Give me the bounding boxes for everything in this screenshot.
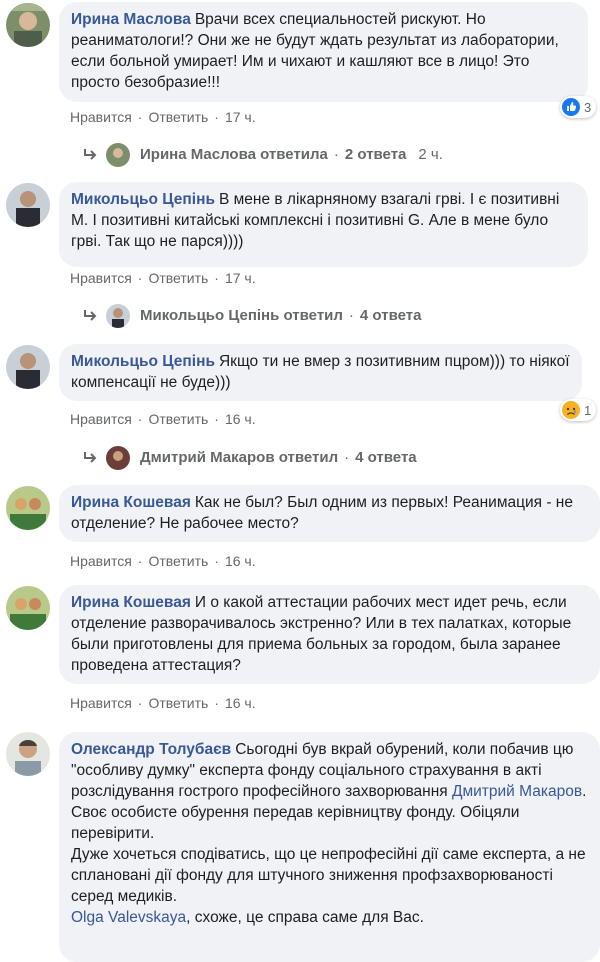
reaction-badge[interactable]: 1 bbox=[560, 399, 597, 421]
reply-arrow-icon bbox=[84, 149, 97, 160]
comment-text: Дуже хочеться сподіватись, що це непрофе… bbox=[71, 846, 586, 905]
comment-time[interactable]: 16 ч. bbox=[225, 695, 256, 711]
reply-button[interactable]: Ответить bbox=[148, 695, 208, 711]
replies-link[interactable]: Дмитрий Макаров ответил · 4 ответа bbox=[82, 446, 417, 470]
comment-author[interactable]: Микольцьо Цепінь bbox=[71, 191, 215, 208]
reply-button[interactable]: Ответить bbox=[148, 553, 208, 569]
sad-icon bbox=[562, 401, 580, 419]
avatar[interactable] bbox=[6, 3, 50, 47]
replies-count: 2 ответа bbox=[344, 146, 407, 163]
avatar[interactable] bbox=[6, 586, 50, 630]
comment-author[interactable]: Ирина Кошевая bbox=[71, 494, 191, 511]
comment-text: , схоже, це справа саме для Вас. bbox=[186, 909, 424, 926]
comment-actions: Нравится · Ответить · 16 ч. bbox=[70, 695, 256, 711]
replies-verb: ответил bbox=[283, 307, 343, 324]
comment-bubble: Ирина Маслова Врачи всех специальностей р… bbox=[59, 2, 588, 102]
avatar[interactable] bbox=[6, 183, 50, 227]
comment-time[interactable]: 16 ч. bbox=[225, 411, 256, 427]
like-button[interactable]: Нравится bbox=[70, 695, 132, 711]
comment-bubble: Ирина Кошевая И о какой аттестации рабочи… bbox=[59, 585, 600, 684]
comment-actions: Нравится · Ответить · 16 ч. bbox=[70, 553, 256, 569]
comment-actions: Нравится · Ответить · 17 ч. bbox=[70, 109, 256, 125]
comment-actions: Нравится · Ответить · 17 ч. bbox=[70, 270, 256, 286]
avatar bbox=[106, 304, 130, 328]
like-icon bbox=[562, 98, 580, 116]
replies-link[interactable]: Ирина Маслова ответила · 2 ответа 2 ч. bbox=[82, 143, 443, 167]
replies-verb: ответила bbox=[260, 146, 328, 163]
replies-verb: ответил bbox=[278, 449, 339, 466]
comment-bubble: Микольцьо Цепінь Якщо ти не вмер з позити… bbox=[59, 344, 582, 401]
avatar bbox=[106, 446, 130, 470]
comment-time[interactable]: 17 ч. bbox=[225, 109, 256, 125]
comment-time[interactable]: 17 ч. bbox=[225, 270, 256, 286]
like-button[interactable]: Нравится bbox=[70, 109, 132, 125]
comment-text: Своє особисте обурення передав керівницт… bbox=[71, 804, 520, 842]
reply-arrow-icon bbox=[84, 310, 97, 321]
reply-button[interactable]: Ответить bbox=[148, 411, 208, 427]
comment-author[interactable]: Олександр Толубаєв bbox=[71, 741, 231, 758]
avatar[interactable] bbox=[6, 486, 50, 530]
replies-count: 4 ответа bbox=[355, 449, 417, 466]
mention-link[interactable]: Olga Valevskaya bbox=[71, 909, 186, 926]
replies-author: Микольцьо Цепінь bbox=[140, 307, 280, 324]
replies-link[interactable]: Микольцьо Цепінь ответил · 4 ответа bbox=[82, 304, 421, 328]
replies-author: Дмитрий Макаров bbox=[140, 449, 275, 466]
comment-author[interactable]: Ирина Кошевая bbox=[71, 594, 191, 611]
replies-count: 4 ответа bbox=[359, 307, 422, 324]
reaction-count: 3 bbox=[584, 99, 592, 115]
replies-time: 2 ч. bbox=[418, 146, 443, 163]
comment-bubble: Олександр Толубаєв Сьогодні був вкрай обу… bbox=[59, 732, 600, 962]
avatar[interactable] bbox=[6, 732, 50, 776]
comment-bubble: Ирина Кошевая Как не был? Был одним из пе… bbox=[59, 485, 600, 542]
mention-link[interactable]: Дмитрий Макаров bbox=[452, 783, 582, 800]
replies-author: Ирина Маслова bbox=[140, 146, 256, 163]
like-button[interactable]: Нравится bbox=[70, 270, 132, 286]
avatar bbox=[106, 143, 130, 167]
like-button[interactable]: Нравится bbox=[70, 411, 132, 427]
avatar[interactable] bbox=[6, 345, 50, 389]
comment-actions: Нравится · Ответить · 16 ч. bbox=[70, 411, 256, 427]
comment-time[interactable]: 16 ч. bbox=[225, 553, 256, 569]
comment-author[interactable]: Ирина Маслова bbox=[71, 11, 191, 28]
reaction-badge[interactable]: 3 bbox=[560, 96, 597, 118]
comment-author[interactable]: Микольцьо Цепінь bbox=[71, 353, 215, 370]
like-button[interactable]: Нравится bbox=[70, 553, 132, 569]
comment-bubble: Микольцьо Цепінь В мене в лікарняному вза… bbox=[59, 182, 588, 267]
reply-arrow-icon bbox=[84, 452, 97, 463]
reply-button[interactable]: Ответить bbox=[148, 109, 208, 125]
reply-button[interactable]: Ответить bbox=[148, 270, 208, 286]
reaction-count: 1 bbox=[584, 402, 592, 418]
